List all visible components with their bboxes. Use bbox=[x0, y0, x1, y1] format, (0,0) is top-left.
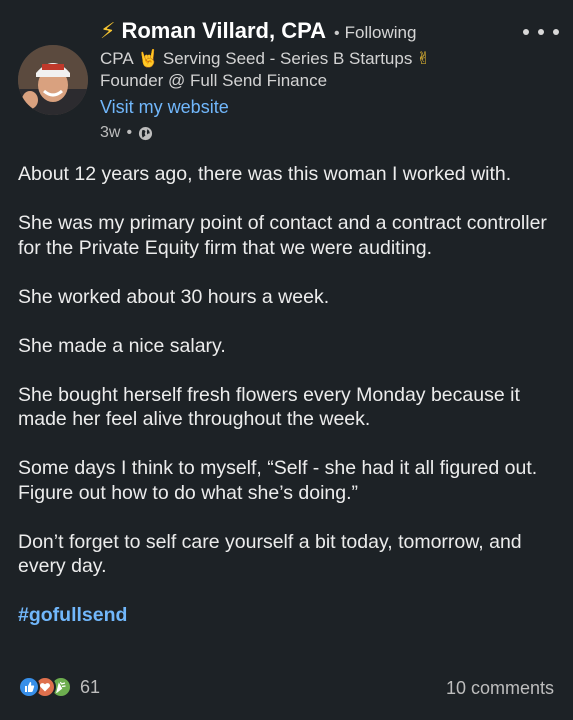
post-paragraph: About 12 years ago, there was this woman… bbox=[18, 163, 512, 185]
post-age: 3w bbox=[100, 124, 121, 141]
like-icon bbox=[18, 676, 40, 698]
meta-separator: • bbox=[126, 124, 133, 141]
post-paragraph: She worked about 30 hours a week. bbox=[18, 285, 330, 308]
visit-website-link[interactable]: Visit my website bbox=[100, 97, 229, 118]
headline-focus: Serving Seed - Series B Startups bbox=[162, 49, 413, 68]
post-paragraph: She bought herself fresh flowers every M… bbox=[18, 383, 520, 431]
post-header: ⚡ Roman Villard, CPA • Following CPA 🤘 Ser… bbox=[0, 0, 573, 160]
more-options-icon[interactable] bbox=[523, 22, 559, 42]
avatar[interactable] bbox=[18, 45, 88, 115]
post-meta: 3w • bbox=[100, 124, 153, 142]
author-name-line: ⚡ Roman Villard, CPA • Following bbox=[100, 18, 416, 44]
author-headline-line1: CPA 🤘 Serving Seed - Series B Startups ✌ bbox=[100, 49, 435, 69]
post-paragraph: She was my primary point of contact and … bbox=[18, 212, 547, 259]
post-paragraph: Some days I think to myself, “Self - she… bbox=[18, 457, 538, 504]
follow-status: Following bbox=[344, 23, 417, 42]
reactions-summary[interactable]: 61 bbox=[18, 676, 100, 698]
social-counts-bar: 61 10 comments bbox=[0, 672, 573, 704]
post-paragraph: Don’t forget to self care yourself a bit… bbox=[18, 530, 522, 578]
rock-on-hand-emoji-icon: 🤘 bbox=[137, 49, 159, 68]
separator-dot: • bbox=[334, 25, 340, 42]
post-body: About 12 years ago, there was this woman… bbox=[18, 162, 563, 652]
globe-icon bbox=[139, 126, 153, 140]
headline-title: CPA bbox=[100, 49, 134, 68]
reaction-count: 61 bbox=[80, 676, 101, 697]
author-headline-line2: Founder @ Full Send Finance bbox=[100, 71, 328, 90]
author-name[interactable]: Roman Villard, CPA bbox=[121, 18, 326, 44]
post-paragraph: She made a nice salary. bbox=[18, 334, 226, 357]
lightning-bolt-icon: ⚡ bbox=[100, 18, 116, 43]
post-hashtag[interactable]: #gofullsend bbox=[18, 603, 563, 628]
comments-count-link[interactable]: 10 comments bbox=[446, 678, 554, 699]
victory-hand-emoji-icon: ✌ bbox=[416, 49, 431, 68]
